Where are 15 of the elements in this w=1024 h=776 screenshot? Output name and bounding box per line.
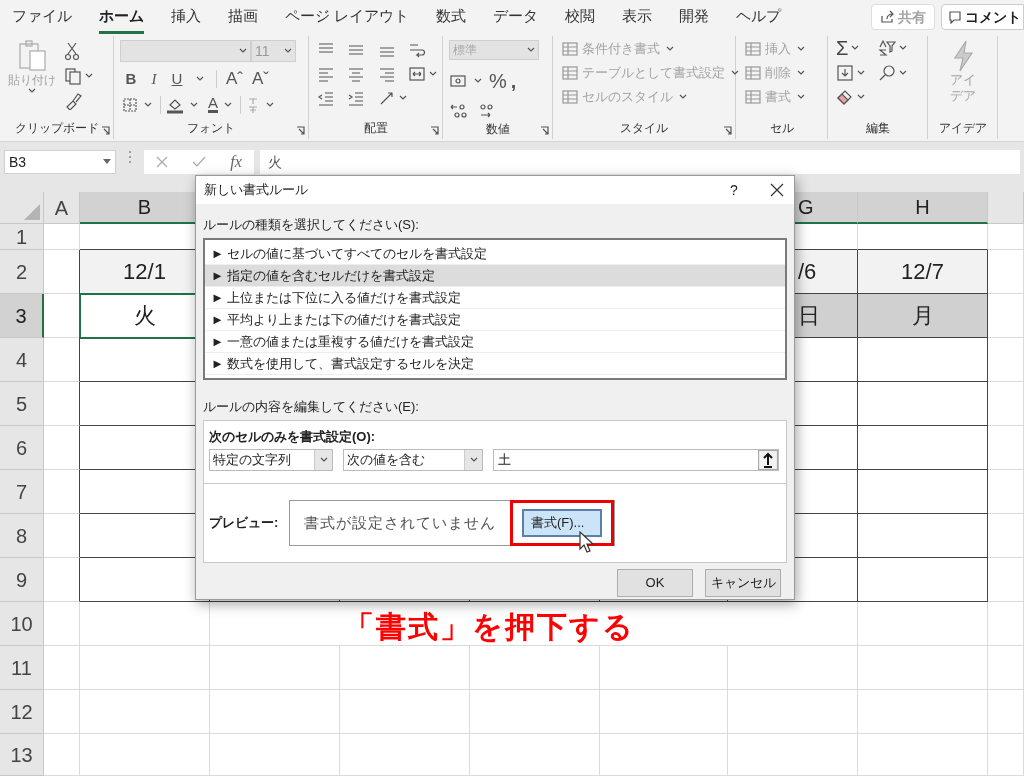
field-label: 次のセルのみを書式設定(O): xyxy=(209,428,377,446)
group-label: クリップボード xyxy=(14,120,99,138)
table-cell: 12/7 xyxy=(858,250,988,294)
section-label: ルールの内容を編集してください(E): xyxy=(203,398,420,416)
group-label: フォント xyxy=(187,120,235,138)
annotation-text: 「書式」を押下する xyxy=(343,609,635,645)
group-label: セル xyxy=(769,120,794,138)
group-label: スタイル xyxy=(620,120,668,138)
field-label: プレビュー: xyxy=(209,514,275,532)
table-cell: 月 xyxy=(858,294,988,338)
preview-text: 書式が設定されていません xyxy=(304,512,496,533)
group-label: 数値 xyxy=(485,120,510,138)
group-label: アイデア xyxy=(938,120,987,138)
group-label: 配置 xyxy=(363,120,388,138)
group-label: 編集 xyxy=(865,120,890,138)
